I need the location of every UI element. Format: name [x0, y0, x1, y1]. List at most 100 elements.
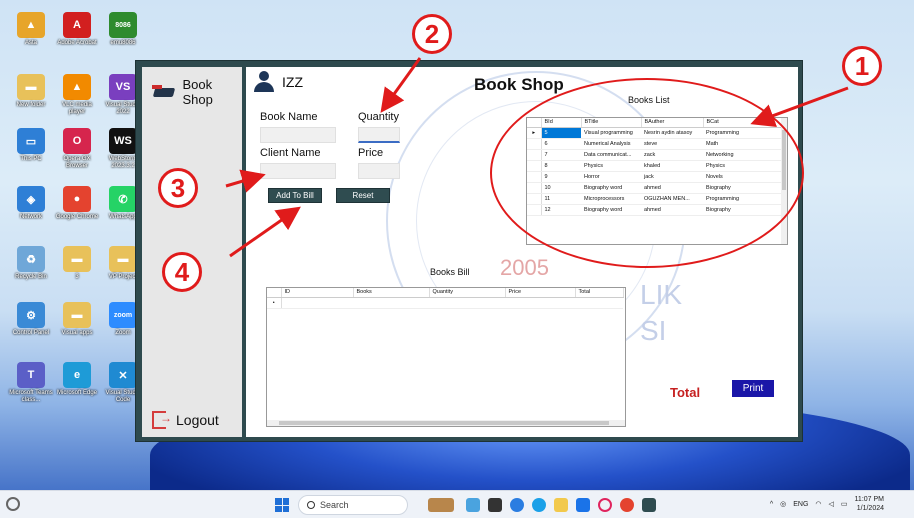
taskbar-app-opera-icon[interactable] [598, 498, 612, 512]
desktop-icon-label: Adobe Acrobat [57, 40, 97, 46]
desktop-icon-label: This PC [20, 156, 42, 162]
desktop-icon-glyph: O [63, 128, 91, 154]
desktop-icon-label: emu8086 [110, 40, 136, 46]
language-indicator[interactable]: ENG [793, 501, 808, 508]
books-bill-column-header[interactable]: ID [281, 288, 354, 298]
network-status-icon[interactable]: ◎ [780, 500, 786, 508]
taskbar-app-chrome-icon[interactable] [620, 498, 634, 512]
sidebar: Book Shop Logout [142, 67, 242, 437]
desktop-icon[interactable]: ▬ Visual apps [54, 302, 100, 337]
desktop-icon-glyph: zoom [109, 302, 137, 328]
desktop-icon[interactable]: ▬ New folder [8, 74, 54, 109]
desktop-icon-glyph: 8086 [109, 12, 137, 38]
volume-icon[interactable]: ◁ [829, 500, 834, 508]
logout-button[interactable]: Logout [152, 411, 219, 429]
desktop-icon-glyph: ▬ [63, 302, 91, 328]
user-name: IZZ [282, 74, 303, 90]
desktop-icon[interactable]: ♻ Recycle Bin [8, 246, 54, 281]
total-label: Total [670, 385, 701, 400]
taskbar-app-chat-icon[interactable] [510, 498, 524, 512]
books-bill-scrollbar[interactable] [267, 420, 625, 426]
desktop-icon[interactable]: ▬ 3 [54, 246, 100, 281]
battery-icon[interactable]: ▭ [841, 500, 848, 508]
desktop-icon[interactable]: A Adobe Acrobat [54, 12, 100, 47]
desktop-icon[interactable]: e Microsoft Edge [54, 362, 100, 397]
desktop-icon[interactable]: ▲ Asta [8, 12, 54, 47]
user-info: IZZ [254, 71, 303, 93]
start-button[interactable] [275, 498, 289, 512]
new-row[interactable]: • [267, 297, 623, 309]
desktop-icon-glyph: ▭ [17, 128, 45, 154]
book-name-input[interactable] [260, 127, 336, 143]
books-bill-title: Books Bill [430, 267, 470, 277]
desktop-icon[interactable]: ◈ Network [8, 186, 54, 221]
wifi-icon[interactable]: ◠ [815, 500, 821, 508]
watermark-year: 2005 [500, 255, 549, 280]
desktop-icon-label: Google Chrome [55, 214, 99, 220]
taskbar-app-edge-icon[interactable] [532, 498, 546, 512]
new-row-marker: • [267, 297, 282, 309]
price-label: Price [358, 147, 384, 159]
desktop-icon[interactable]: ▭ This PC [8, 128, 54, 163]
desktop-icon[interactable]: O Opera GX Browser [54, 128, 100, 170]
desktop-icon-label: Visual apps [61, 330, 93, 336]
books-bill-column-header[interactable]: Price [505, 288, 576, 298]
annotation-ellipse [490, 78, 804, 268]
taskbar-app-bookshop-icon[interactable] [642, 498, 656, 512]
price-input[interactable] [358, 163, 400, 179]
clock[interactable]: 11:07 PM 1/1/2024 [855, 495, 884, 513]
chevron-up-icon[interactable]: ^ [770, 501, 773, 508]
user-icon [254, 71, 274, 93]
taskbar-search[interactable]: Search [298, 495, 408, 515]
desktop-icon[interactable]: ● Google Chrome [54, 186, 100, 221]
quantity-input[interactable] [358, 127, 400, 143]
desktop-icon[interactable]: ▲ VLC media player [54, 74, 100, 116]
desktop-icon-glyph: ▬ [17, 74, 45, 100]
callout-3: 3 [158, 168, 198, 208]
books-bill-column-header[interactable]: Quantity [429, 288, 506, 298]
desktop-icon-glyph: ◈ [17, 186, 45, 212]
watermark-text-2: SI [640, 315, 667, 346]
weather-icon[interactable] [6, 497, 20, 511]
desktop-icon-glyph: T [17, 362, 45, 388]
logout-icon [152, 411, 172, 429]
desktop-icon-label: Control Panel [12, 330, 50, 336]
search-icon [307, 501, 315, 509]
desktop-icon-label: Opera GX Browser [63, 156, 91, 169]
desktop-icon[interactable]: T Microsoft Teams class... [8, 362, 54, 404]
books-bill-grid[interactable]: ID Books Quantity Price Total • [266, 287, 626, 427]
desktop-icon-label: Asta [24, 40, 37, 46]
desktop-icon-glyph: ✆ [109, 186, 137, 212]
callout-1: 1 [842, 46, 882, 86]
desktop-icon-glyph: A [63, 12, 91, 38]
taskbar-app-store-icon[interactable] [576, 498, 590, 512]
print-button[interactable]: Print [732, 380, 774, 397]
clock-time: 11:07 PM [854, 496, 884, 503]
desktop-icon-label: Microsoft Teams class... [9, 390, 53, 403]
desktop-icon-glyph: e [63, 362, 91, 388]
desktop-icon-glyph: ♻ [17, 246, 45, 272]
sidebar-brand[interactable]: Book Shop [152, 77, 242, 107]
desktop-icon[interactable]: 8086 emu8086 [100, 12, 146, 47]
callout-4: 4 [162, 252, 202, 292]
taskbar-app-widgets-icon[interactable] [466, 498, 480, 512]
book-name-label: Book Name [260, 111, 318, 123]
quantity-label: Quantity [358, 111, 399, 123]
add-to-bill-button[interactable]: Add To Bill [268, 188, 322, 203]
desktop-icon-glyph: ▬ [109, 246, 137, 272]
client-name-input[interactable] [260, 163, 336, 179]
desktop-icon-label: New folder [16, 102, 46, 108]
taskbar-app-taskview-icon[interactable] [488, 498, 502, 512]
desktop-icon-glyph: ⚙ [17, 302, 45, 328]
client-name-label: Client Name [260, 147, 321, 159]
books-bill-column-header[interactable]: Books [353, 288, 430, 298]
desktop-icon[interactable]: ⚙ Control Panel [8, 302, 54, 337]
reset-button[interactable]: Reset [336, 188, 390, 203]
row-header-corner [267, 288, 282, 298]
taskbar-app-explorer-icon[interactable] [554, 498, 568, 512]
desktop-icon-label: 3 [75, 274, 79, 280]
clock-date: 1/1/2024 [856, 505, 884, 512]
taskbar-app-mouse-icon[interactable] [428, 498, 454, 512]
desktop-icon-label: Microsoft Edge [56, 390, 98, 396]
books-bill-column-header[interactable]: Total [575, 288, 624, 298]
